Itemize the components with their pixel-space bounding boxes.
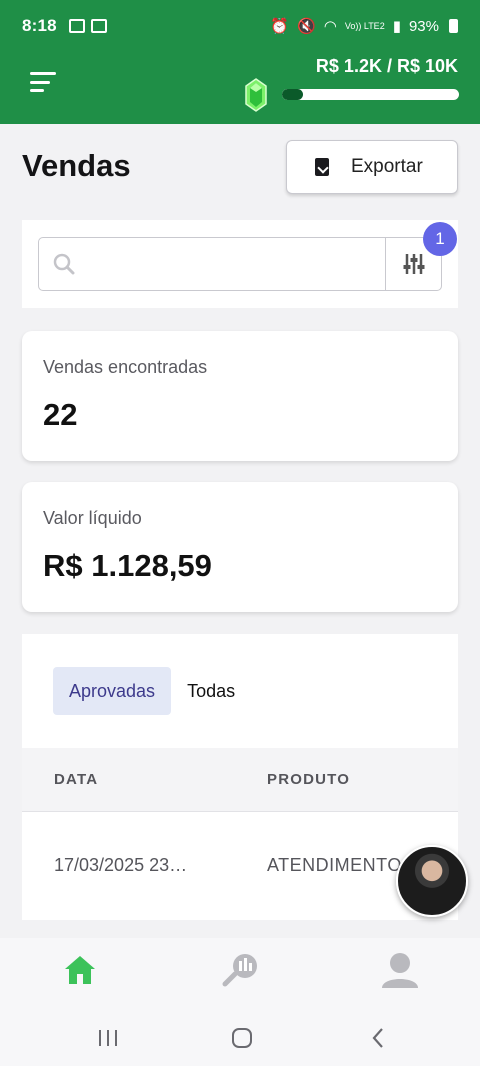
- download-file-icon: [315, 158, 329, 176]
- sliders-icon: [403, 254, 424, 274]
- home-icon[interactable]: [56, 946, 104, 994]
- profile-icon[interactable]: [376, 946, 424, 994]
- stat-value: R$ 1.128,59: [43, 548, 212, 583]
- battery-icon: [449, 19, 458, 33]
- menu-icon[interactable]: [30, 72, 56, 92]
- search-input[interactable]: [39, 238, 385, 290]
- alarm-icon: ⏰: [270, 18, 290, 35]
- table-header: DATA PRODUTO: [22, 748, 458, 812]
- cell-date: 17/03/2025 23…: [54, 855, 188, 875]
- gem-icon: [245, 78, 267, 112]
- bottom-navigation: [0, 938, 480, 1006]
- gallery-icon: [68, 19, 85, 33]
- revenue-goal-text: R$ 1.2K / R$ 10K: [315, 56, 458, 76]
- search-icon: [53, 253, 75, 275]
- sales-table-card: Aprovadas Todas DATA PRODUTO 17/03/2025 …: [22, 634, 458, 920]
- status-tabs: Aprovadas Todas: [53, 667, 251, 715]
- status-bar: 8:18 ⏰ 🔇 ◠ Vo)) LTE2 ▮ 93%: [0, 0, 480, 52]
- analytics-icon[interactable]: [216, 946, 264, 994]
- column-header-date[interactable]: DATA: [54, 771, 98, 788]
- stat-card-net-value: Valor líquido R$ 1.128,59: [22, 482, 458, 612]
- stat-label: Vendas encontradas: [43, 357, 208, 377]
- stat-value: 22: [43, 397, 78, 432]
- signal-icon: ▮: [392, 18, 401, 35]
- app-header: 8:18 ⏰ 🔇 ◠ Vo)) LTE2 ▮ 93% R$ 1.2K / R$ …: [0, 0, 480, 124]
- export-button[interactable]: Exportar: [286, 140, 458, 194]
- video-avatar-bubble[interactable]: [396, 845, 468, 917]
- goal-progress-fill: [282, 89, 304, 100]
- search-box: [38, 237, 442, 291]
- cell-product: ATENDIMENTO: [267, 855, 402, 875]
- home-circle-icon[interactable]: [224, 1020, 260, 1056]
- stat-card-sales-count: Vendas encontradas 22: [22, 331, 458, 461]
- wifi-icon: ◠: [323, 18, 337, 35]
- tab-all[interactable]: Todas: [171, 667, 251, 715]
- recent-apps-icon[interactable]: [90, 1020, 126, 1056]
- lte-label: Vo)) LTE2: [344, 20, 385, 31]
- stat-label: Valor líquido: [43, 508, 142, 528]
- notification-icon: [90, 19, 107, 33]
- filter-count-badge: 1: [423, 222, 457, 256]
- system-navigation-bar: [0, 1006, 480, 1066]
- battery-percent: 93%: [408, 17, 439, 35]
- search-card: [22, 220, 458, 308]
- table-row[interactable]: 17/03/2025 23… ATENDIMENTO: [22, 812, 458, 920]
- mute-icon: 🔇: [297, 18, 316, 35]
- goal-progress-bar: [282, 89, 459, 100]
- page-title: Vendas: [22, 148, 131, 183]
- back-icon[interactable]: [360, 1020, 396, 1056]
- tab-approved[interactable]: Aprovadas: [53, 667, 172, 715]
- status-time: 8:18: [22, 16, 57, 35]
- export-label: Exportar: [351, 156, 423, 177]
- column-header-product[interactable]: PRODUTO: [267, 771, 350, 788]
